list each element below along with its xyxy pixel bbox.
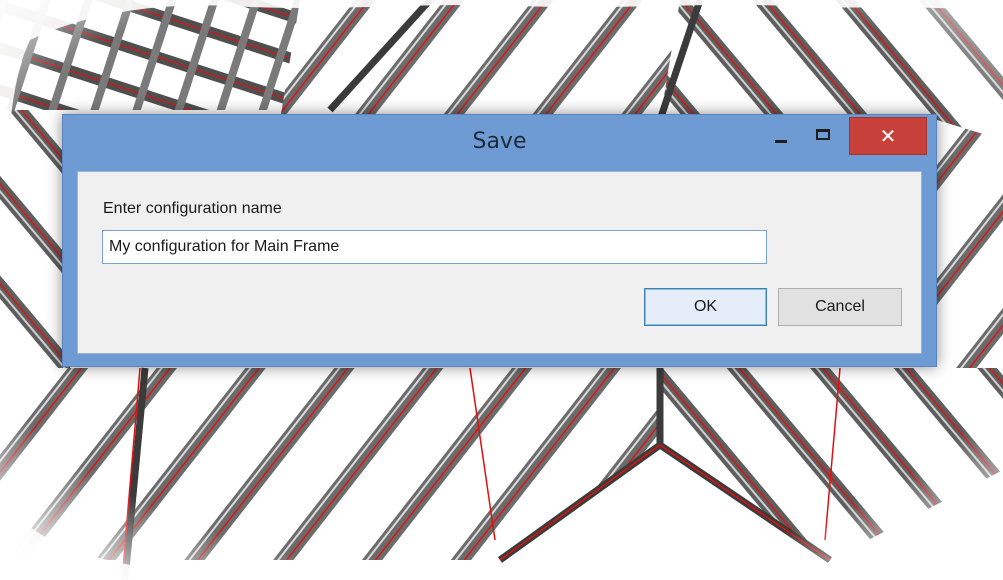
close-icon: ✕ xyxy=(879,124,897,148)
ok-button[interactable]: OK xyxy=(644,288,767,326)
save-dialog: Save ✕ Enter configuration name OK Cance… xyxy=(62,114,937,367)
maximize-icon xyxy=(816,128,830,140)
close-button[interactable]: ✕ xyxy=(849,117,927,155)
maximize-button[interactable] xyxy=(803,115,843,153)
cancel-button[interactable]: Cancel xyxy=(778,288,902,326)
configuration-name-input[interactable] xyxy=(102,230,767,264)
dialog-titlebar[interactable]: Save ✕ xyxy=(63,115,936,171)
minimize-button[interactable] xyxy=(761,115,801,153)
dialog-content: Enter configuration name OK Cancel xyxy=(77,171,922,354)
minimize-icon xyxy=(775,139,787,143)
configuration-name-label: Enter configuration name xyxy=(103,200,282,217)
